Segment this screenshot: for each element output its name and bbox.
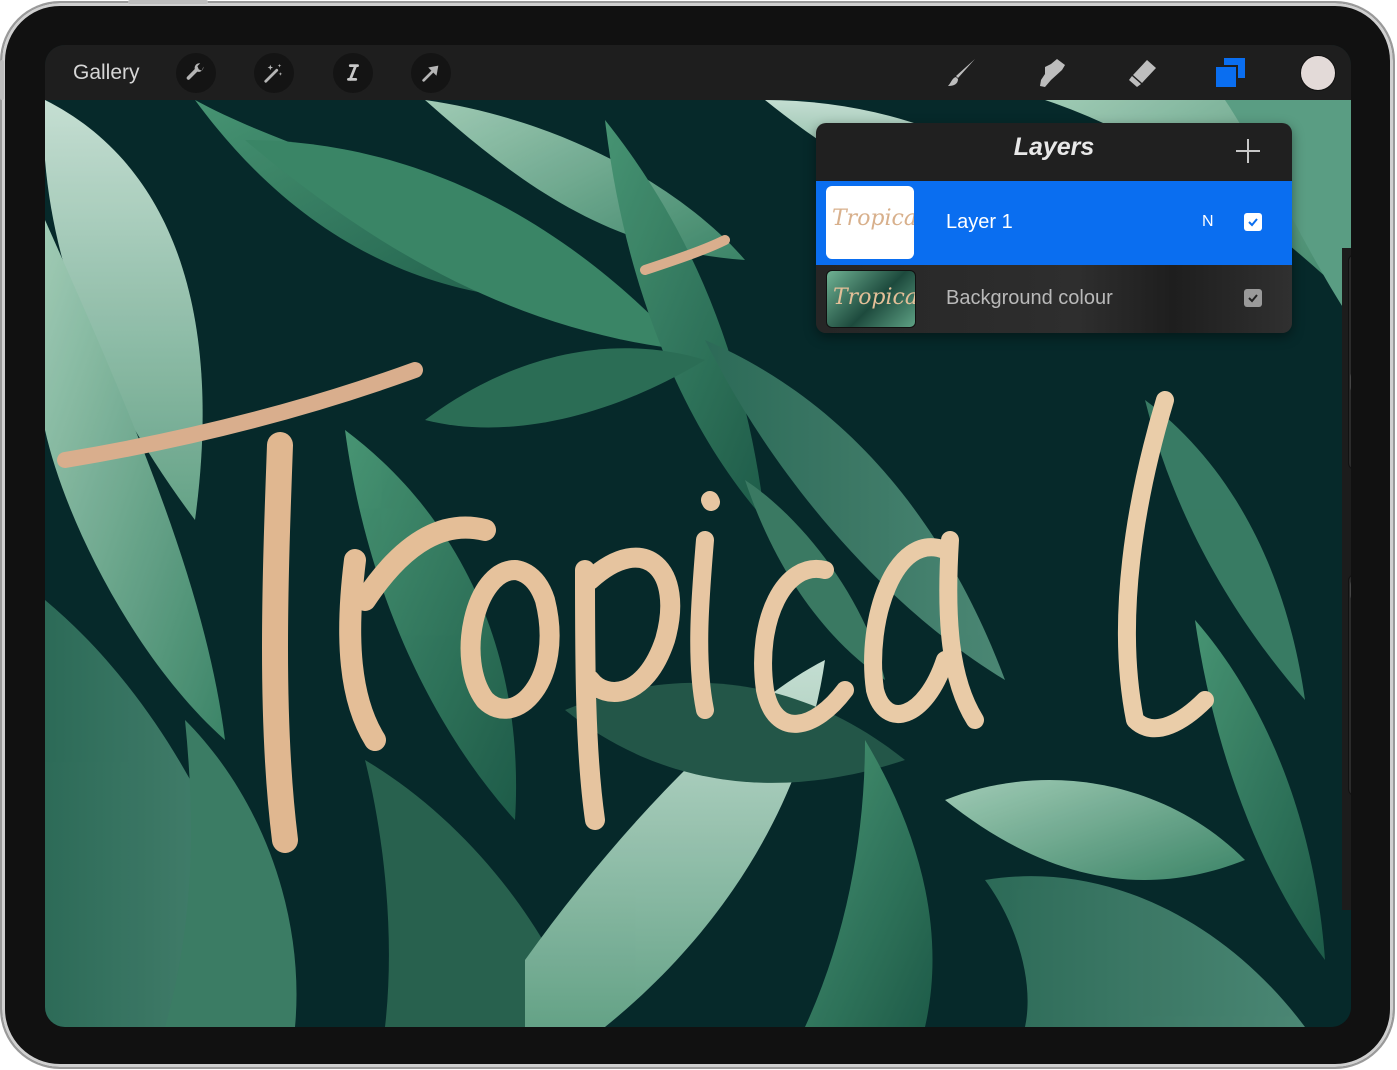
blend-mode-button[interactable]: N bbox=[1202, 213, 1214, 231]
layer-row-background[interactable]: Tropical Background colour bbox=[816, 265, 1292, 333]
layer-visibility-checkbox[interactable] bbox=[1244, 289, 1262, 307]
adjustments-button[interactable] bbox=[254, 53, 294, 93]
top-toolbar: Gallery bbox=[45, 45, 1351, 100]
layers-title: Layers bbox=[1013, 133, 1095, 161]
add-layer-button[interactable] bbox=[1228, 131, 1268, 171]
layer-row-layer-1[interactable]: Tropical Layer 1 N bbox=[816, 181, 1292, 265]
layer-thumbnail: Tropical bbox=[826, 186, 914, 259]
actions-button[interactable] bbox=[176, 53, 216, 93]
transform-button[interactable] bbox=[411, 53, 451, 93]
brush-icon bbox=[948, 59, 975, 86]
brush-size-handle[interactable] bbox=[1350, 371, 1351, 393]
magic-wand-icon bbox=[264, 63, 283, 83]
smudge-button[interactable] bbox=[1032, 53, 1072, 93]
layers-button[interactable] bbox=[1210, 53, 1250, 93]
layer-thumbnail: Tropical bbox=[826, 270, 916, 328]
layer-visibility-checkbox[interactable] bbox=[1244, 213, 1262, 231]
checkmark-icon bbox=[1248, 218, 1258, 227]
layer-name: Layer 1 bbox=[946, 211, 1013, 233]
selection-icon bbox=[347, 64, 359, 81]
layers-icon bbox=[1214, 58, 1245, 89]
opacity-slider[interactable] bbox=[1348, 574, 1351, 796]
thumbnail-text: Tropical bbox=[833, 285, 916, 310]
hardware-button bbox=[158, 0, 208, 4]
gallery-button[interactable]: Gallery bbox=[73, 61, 140, 85]
thumbnail-text: Tropical bbox=[832, 206, 914, 231]
checkmark-icon bbox=[1248, 294, 1258, 303]
layer-name: Background colour bbox=[946, 287, 1113, 309]
layers-panel: Layers Tropical Layer 1 N Tropical Backg… bbox=[816, 123, 1292, 333]
paint-brush-button[interactable] bbox=[942, 53, 982, 93]
selection-button[interactable] bbox=[333, 53, 373, 93]
color-picker-button[interactable] bbox=[1300, 55, 1336, 91]
eraser-icon bbox=[1129, 60, 1156, 87]
side-toolbar bbox=[1342, 248, 1351, 910]
smudge-finger-icon bbox=[1040, 59, 1065, 87]
eraser-button[interactable] bbox=[1122, 53, 1162, 93]
brush-size-slider[interactable] bbox=[1348, 254, 1351, 470]
wrench-icon bbox=[186, 63, 204, 80]
opacity-handle[interactable] bbox=[1350, 579, 1351, 601]
arrow-cursor-icon bbox=[422, 65, 439, 82]
hardware-button bbox=[0, 60, 4, 100]
